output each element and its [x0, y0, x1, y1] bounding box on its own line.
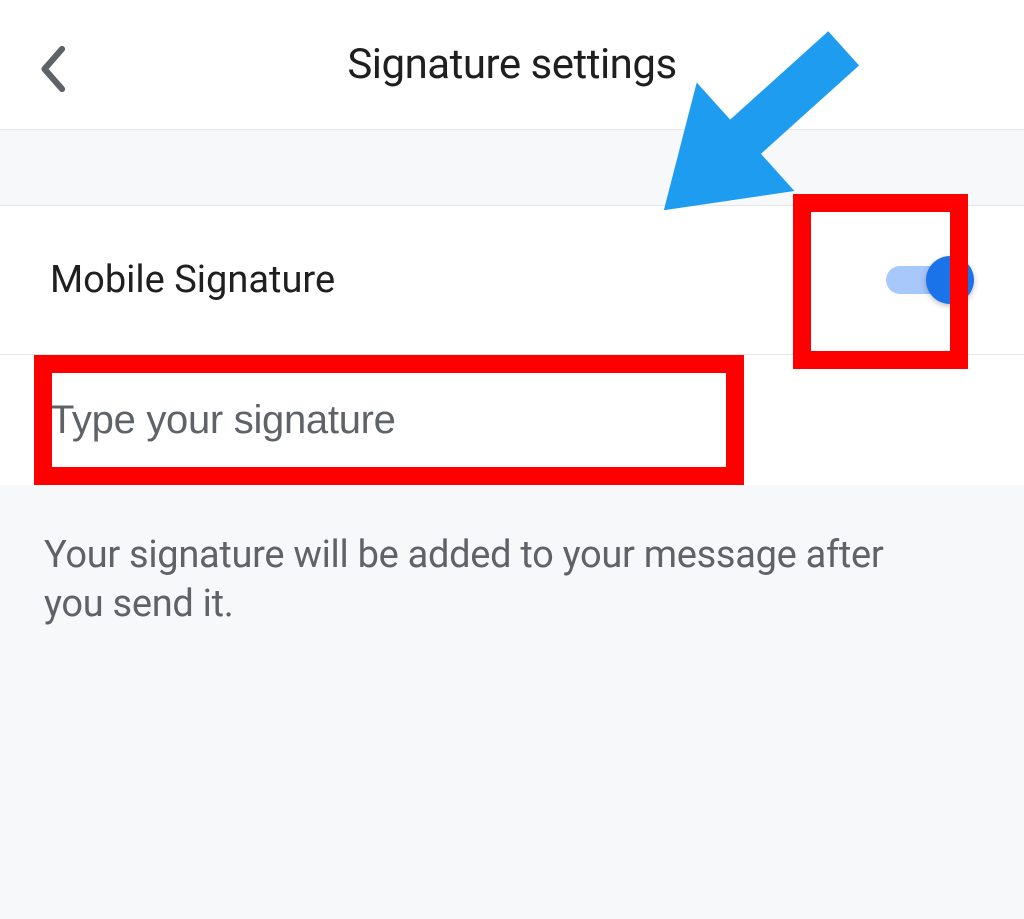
signature-input-row: [0, 355, 1024, 485]
page-title: Signature settings: [32, 40, 992, 89]
mobile-signature-label: Mobile Signature: [50, 258, 335, 302]
back-button[interactable]: [36, 44, 68, 94]
mobile-signature-row: Mobile Signature: [0, 205, 1024, 355]
description-row: Your signature will be added to your mes…: [0, 485, 1024, 628]
chevron-left-icon: [36, 44, 68, 94]
header: Signature settings: [0, 0, 1024, 130]
signature-input[interactable]: [50, 398, 974, 443]
toggle-thumb: [926, 256, 974, 304]
mobile-signature-toggle[interactable]: [884, 256, 974, 304]
description-text: Your signature will be added to your mes…: [44, 531, 944, 628]
section-gap: [0, 130, 1024, 205]
